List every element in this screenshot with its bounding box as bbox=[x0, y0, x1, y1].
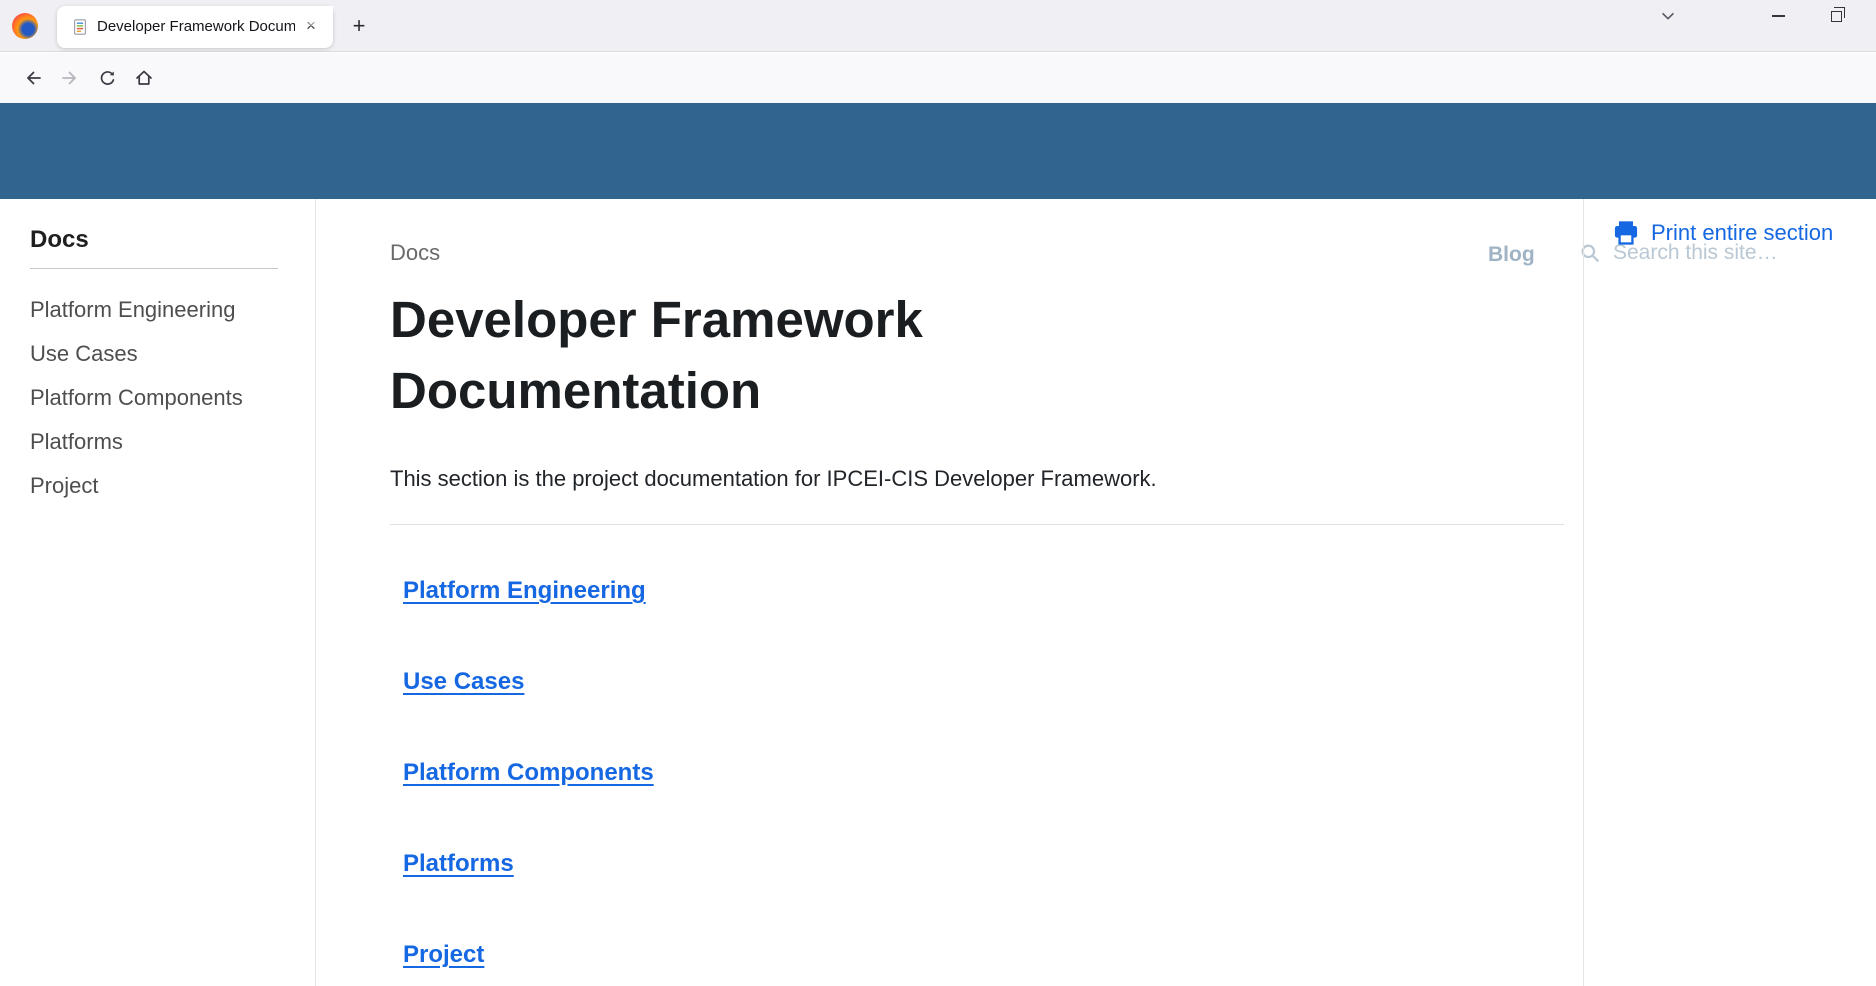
browser-toolbar: localhost:1313/docs/ 117% Z bbox=[0, 53, 1876, 103]
reload-button[interactable] bbox=[90, 61, 124, 95]
print-entire-section-link[interactable]: Print entire section bbox=[1612, 220, 1833, 246]
forward-button[interactable] bbox=[53, 61, 87, 95]
minimize-button[interactable] bbox=[1762, 0, 1794, 32]
minimize-icon bbox=[1772, 15, 1785, 17]
sidebar-heading-docs[interactable]: Docs bbox=[30, 226, 89, 254]
site-header: IPCEI-CIS Developer Framework Docs Blog bbox=[0, 103, 1876, 199]
restore-window-button[interactable] bbox=[1820, 0, 1852, 32]
nav-item-blog[interactable]: Blog bbox=[1488, 243, 1535, 267]
nav-item-docs[interactable]: Docs bbox=[1398, 243, 1449, 267]
sidebar-item-platform-engineering[interactable]: Platform Engineering bbox=[30, 288, 243, 332]
print-entire-section-label: Print entire section bbox=[1651, 220, 1833, 246]
tab-title-fade bbox=[299, 6, 333, 26]
new-tab-button[interactable]: + bbox=[344, 12, 374, 42]
page-favicon-icon bbox=[71, 18, 89, 36]
breadcrumb[interactable]: Docs bbox=[390, 240, 440, 266]
browser-tab-strip: Developer Framework Documentation × + bbox=[0, 0, 1876, 52]
printer-icon bbox=[1612, 220, 1640, 246]
browser-tab[interactable]: Developer Framework Documentation × bbox=[57, 6, 333, 48]
sidebar-item-project[interactable]: Project bbox=[30, 464, 243, 508]
section-link-project[interactable]: Project bbox=[403, 941, 484, 968]
tab-list-chevron-down-icon[interactable] bbox=[1652, 0, 1684, 32]
tab-title: Developer Framework Documentation bbox=[97, 17, 295, 37]
sidebar-nav: Platform Engineering Use Cases Platform … bbox=[30, 288, 243, 508]
right-sidebar-divider bbox=[1583, 199, 1584, 986]
restore-icon bbox=[1831, 11, 1842, 22]
section-link-use-cases[interactable]: Use Cases bbox=[403, 668, 524, 695]
intro-paragraph: This section is the project documentatio… bbox=[390, 466, 1157, 492]
left-sidebar-divider bbox=[315, 199, 316, 986]
section-link-platforms[interactable]: Platforms bbox=[403, 850, 514, 877]
sidebar-item-platforms[interactable]: Platforms bbox=[30, 420, 243, 464]
page-title: Developer Framework Documentation bbox=[390, 284, 1120, 426]
section-link-platform-engineering[interactable]: Platform Engineering bbox=[403, 577, 646, 604]
sidebar-divider-line bbox=[30, 268, 278, 269]
firefox-logo-icon bbox=[12, 13, 38, 39]
sidebar-item-platform-components[interactable]: Platform Components bbox=[30, 376, 243, 420]
sidebar-item-use-cases[interactable]: Use Cases bbox=[30, 332, 243, 376]
section-links: Platform Engineering Use Cases Platform … bbox=[403, 577, 654, 986]
home-button[interactable] bbox=[127, 61, 161, 95]
back-button[interactable] bbox=[16, 61, 50, 95]
section-link-platform-components[interactable]: Platform Components bbox=[403, 759, 654, 786]
content-divider bbox=[390, 524, 1564, 525]
